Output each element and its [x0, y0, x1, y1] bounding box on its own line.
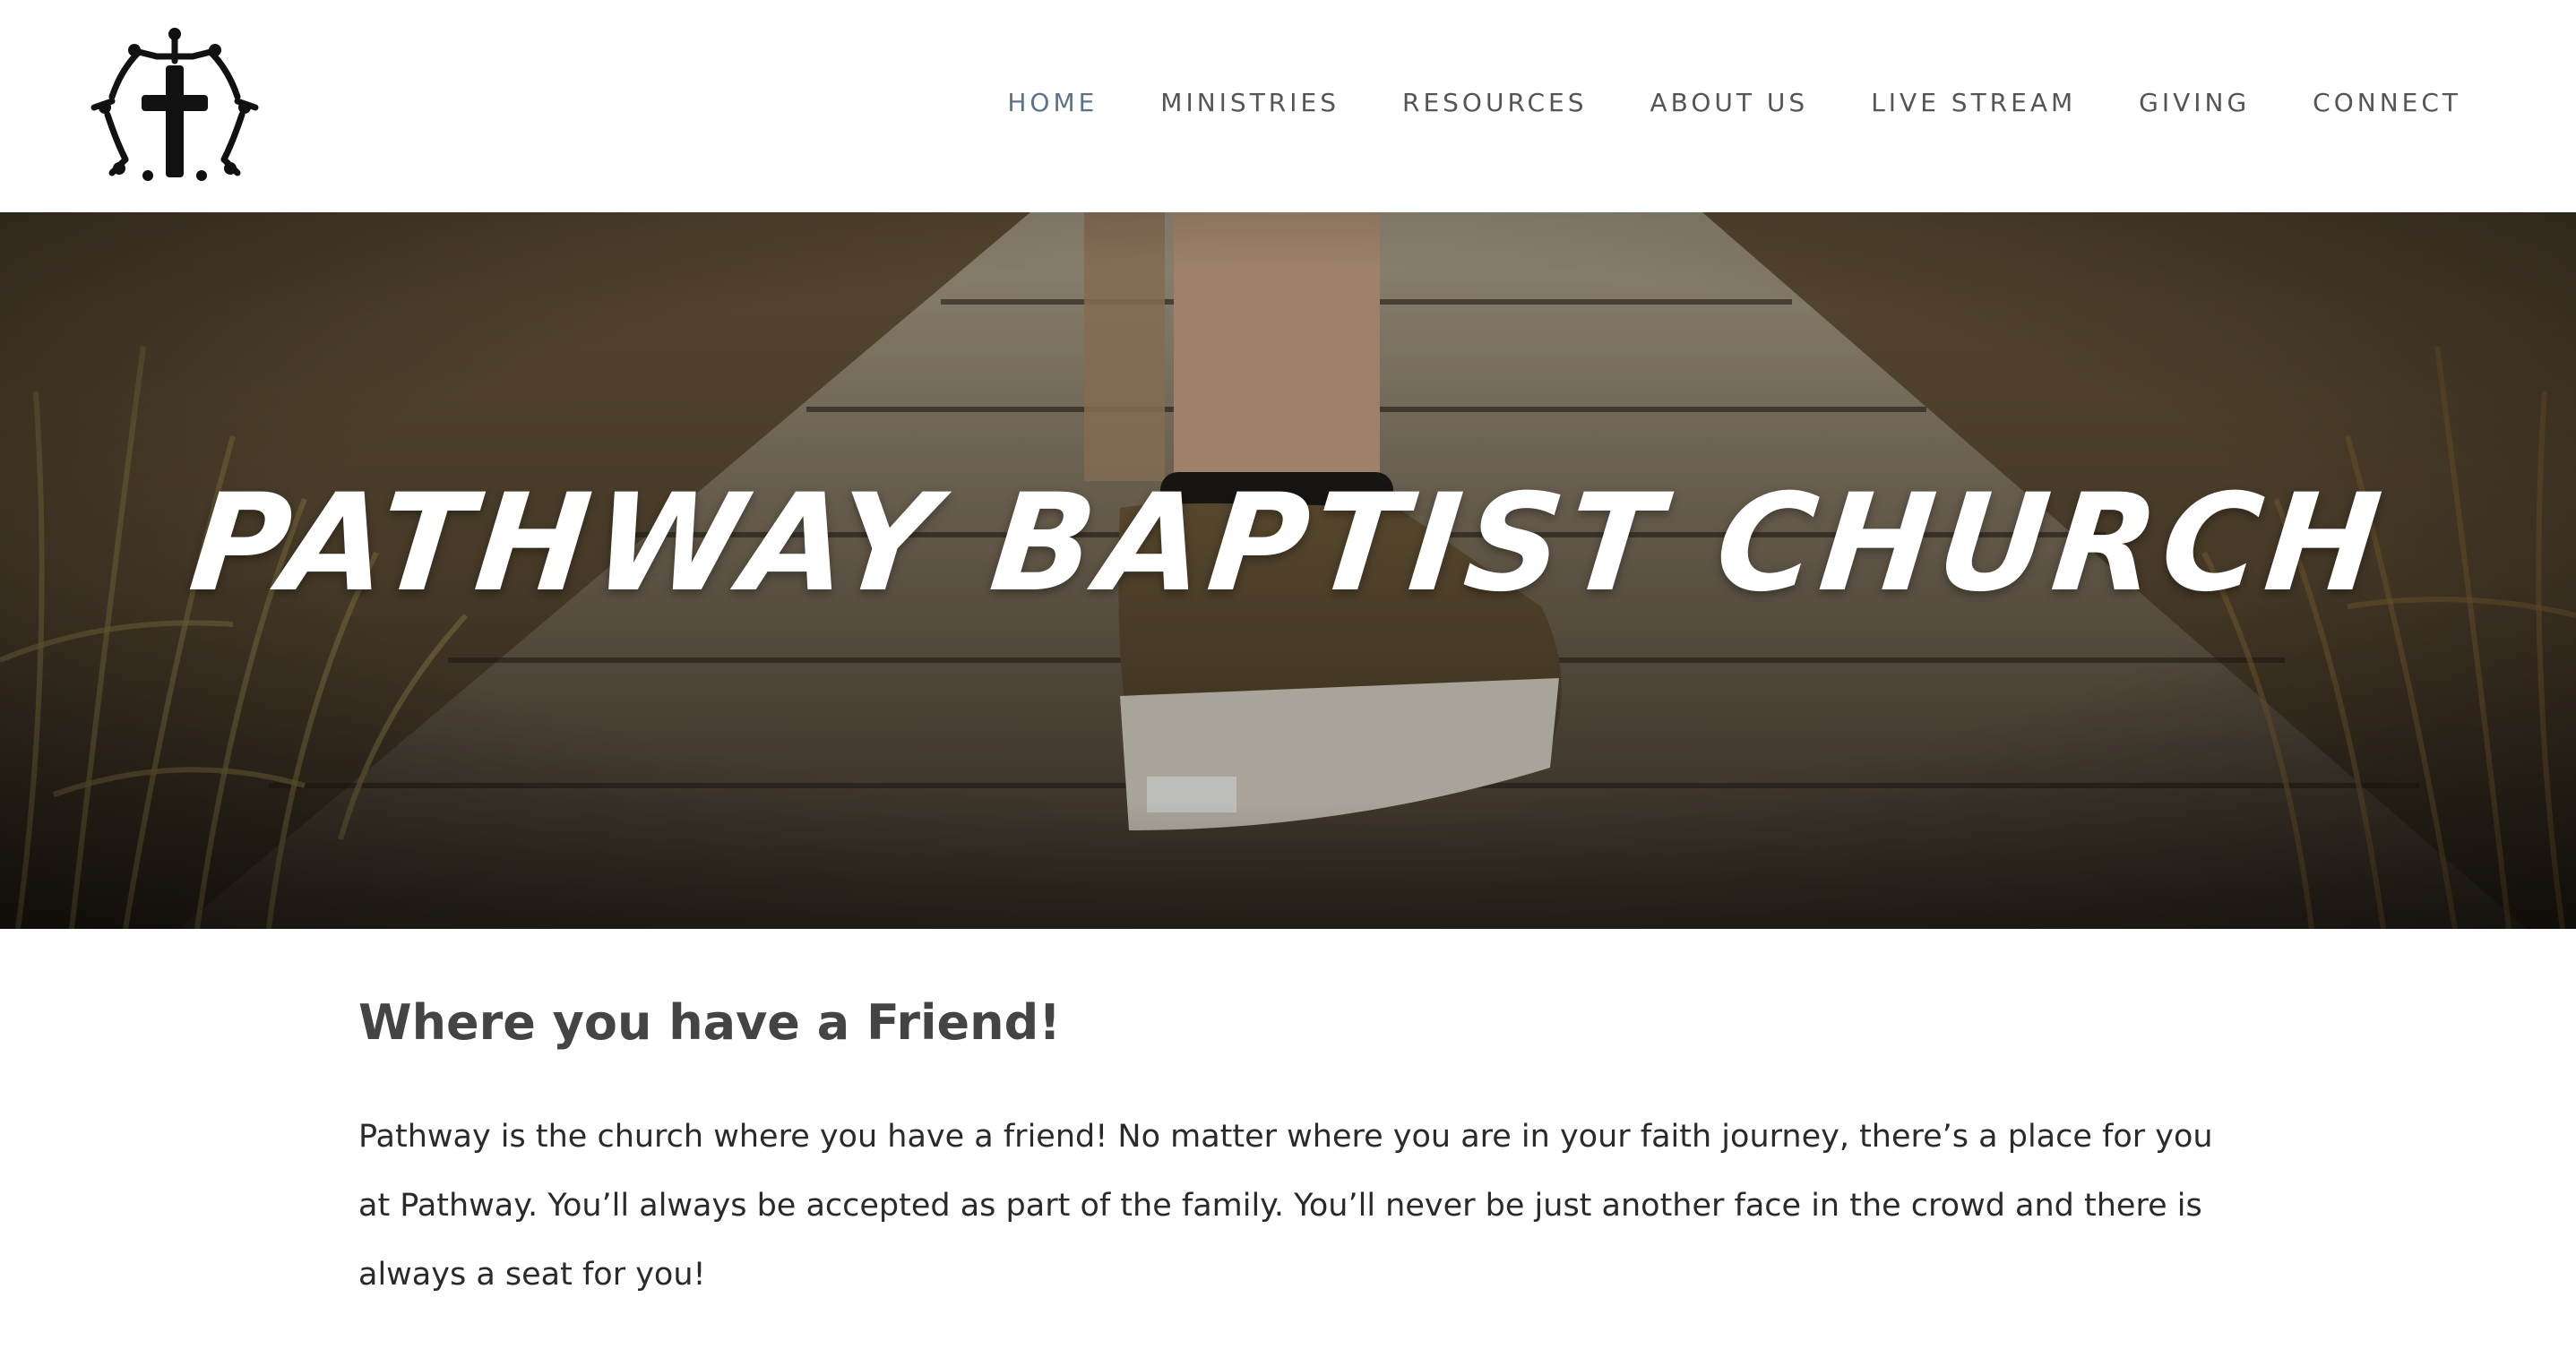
section-body: Pathway is the church where you have a f… — [358, 1119, 2213, 1293]
intro-section: Where you have a Friend! Pathway is the … — [358, 994, 2222, 1310]
hero-title: PATHWAY BAPTIST CHURCH — [183, 466, 2393, 622]
nav-live-stream[interactable]: LIVE STREAM — [1871, 88, 2076, 117]
main-nav: HOME MINISTRIES RESOURCES ABOUT US LIVE … — [944, 88, 2461, 117]
nav-resources[interactable]: RESOURCES — [1402, 88, 1588, 117]
site-header: HOME MINISTRIES RESOURCES ABOUT US LIVE … — [0, 0, 2576, 212]
nav-ministries[interactable]: MINISTRIES — [1160, 88, 1340, 117]
cross-with-people-icon — [90, 28, 259, 181]
nav-giving[interactable]: GIVING — [2139, 88, 2250, 117]
section-heading: Where you have a Friend! — [358, 994, 1061, 1051]
nav-home[interactable]: HOME — [1007, 88, 1098, 117]
hero-banner: PATHWAY BAPTIST CHURCH — [0, 212, 2576, 929]
nav-about-us[interactable]: ABOUT US — [1650, 88, 1809, 117]
church-logo[interactable] — [85, 25, 264, 186]
hero-title-wrapper: PATHWAY BAPTIST CHURCH — [0, 212, 2576, 929]
nav-connect[interactable]: CONNECT — [2313, 88, 2461, 117]
